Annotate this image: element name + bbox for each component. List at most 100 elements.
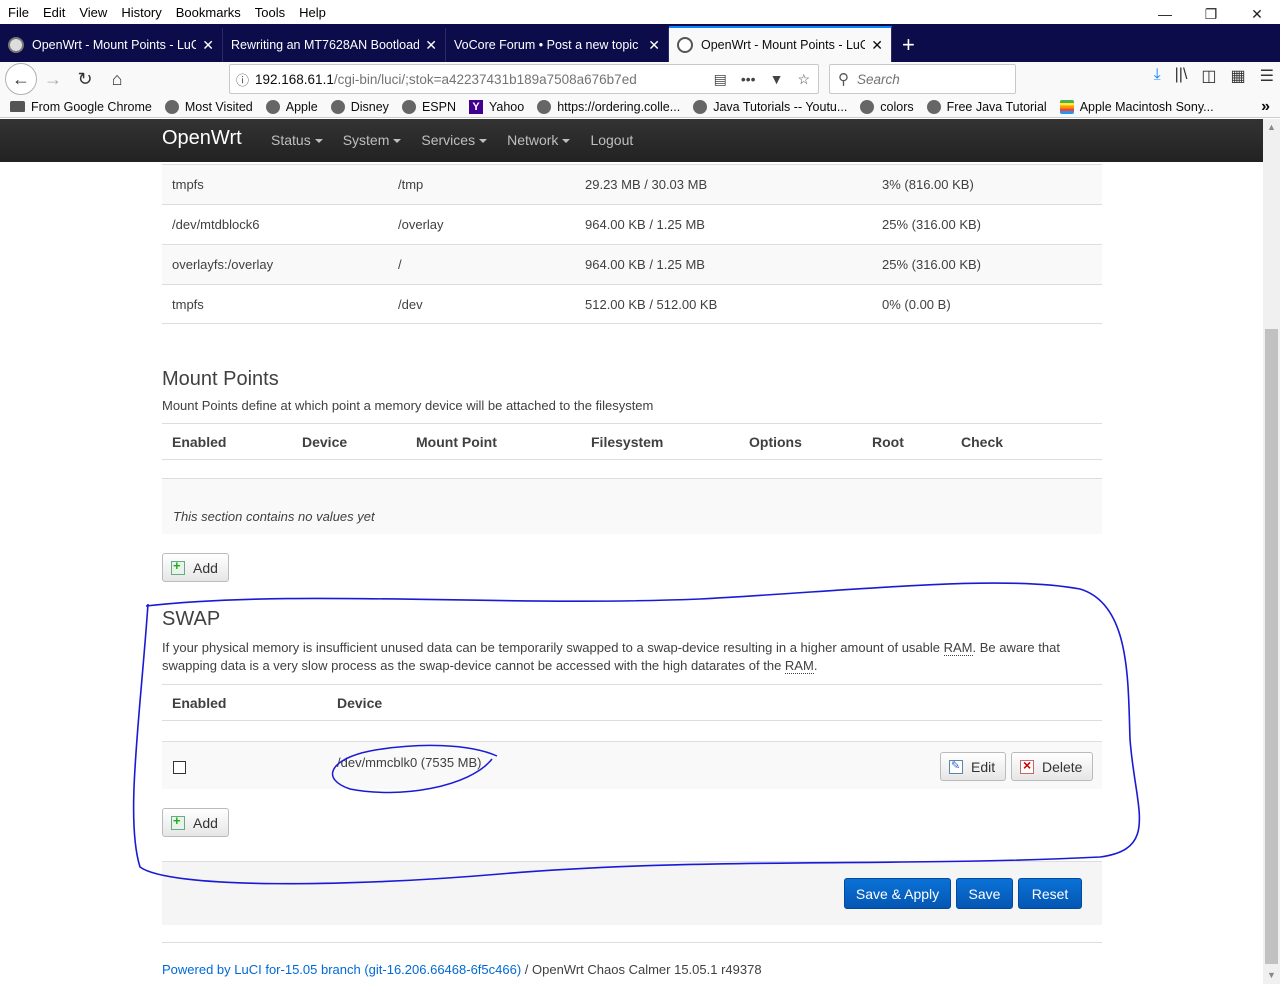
swap-enabled-checkbox[interactable] <box>173 761 186 774</box>
restore-icon[interactable]: ❐ <box>1188 0 1234 28</box>
nav-services[interactable]: Services <box>421 132 488 148</box>
bookmark-item[interactable]: From Google Chrome <box>10 100 152 114</box>
bookmark-item[interactable]: https://ordering.colle... <box>537 99 680 114</box>
bookmarks-toolbar: From Google Chrome Most Visited Apple Disne… <box>0 96 1280 118</box>
caret-down-icon <box>393 139 402 144</box>
gear-icon <box>164 99 179 114</box>
nav-status[interactable]: Status <box>271 132 323 148</box>
menu-edit[interactable]: Edit <box>36 5 72 20</box>
search-input[interactable]: ⚲ Search <box>829 64 1016 94</box>
page-scrollbar[interactable]: ▲ ▼ <box>1263 119 1280 984</box>
close-tab-icon[interactable]: ✕ <box>202 37 214 54</box>
library-icon[interactable]: ||\ <box>1175 66 1188 86</box>
swap-device-value: /dev/mmcblk0 (7535 MB) <box>337 755 482 770</box>
back-icon[interactable]: ← <box>5 63 37 95</box>
bookmark-item[interactable]: Y Yahoo <box>468 99 525 114</box>
swap-description: If your physical memory is insufficient … <box>162 640 1060 674</box>
download-icon[interactable]: ⤓ <box>1154 66 1161 86</box>
globe-icon <box>860 99 875 114</box>
table-row: tmpfs /tmp 29.23 MB / 30.03 MB 3% (816.0… <box>162 164 1102 204</box>
close-tab-icon[interactable]: ✕ <box>871 37 883 54</box>
luci-powered-link[interactable]: Powered by LuCI for-15.05 branch (git-16… <box>162 962 521 977</box>
tab-rewriting-bootloader[interactable]: Rewriting an MT7628AN Bootloader ✕ <box>223 28 446 62</box>
mount-points-description: Mount Points define at which point a mem… <box>162 398 654 413</box>
menu-tools[interactable]: Tools <box>248 5 292 20</box>
bookmark-item[interactable]: Apple <box>265 99 318 114</box>
reload-icon[interactable]: ↻ <box>69 63 101 95</box>
folder-icon <box>10 101 25 112</box>
column-header: Device <box>302 433 348 450</box>
caret-down-icon <box>314 139 323 144</box>
sidebar-icon[interactable]: ◫ <box>1201 66 1216 86</box>
add-mount-point-button[interactable]: Add <box>162 553 229 582</box>
edit-icon <box>949 759 963 774</box>
bookmark-label: Most Visited <box>184 99 253 114</box>
bookmark-item[interactable]: Most Visited <box>164 99 253 114</box>
scroll-up-icon[interactable]: ▲ <box>1263 119 1280 136</box>
bookmark-item[interactable]: Free Java Tutorial <box>926 99 1047 114</box>
reader-view-icon[interactable]: ▤ <box>714 71 727 88</box>
pocket-icon[interactable]: ▼ <box>770 71 784 88</box>
close-tab-icon[interactable]: ✕ <box>425 37 437 54</box>
ram-abbr: RAM <box>784 658 814 674</box>
tab-openwrt-active[interactable]: OpenWrt - Mount Points - LuCI ✕ <box>669 26 892 62</box>
edit-swap-button[interactable]: Edit <box>940 752 1007 781</box>
hamburger-menu-icon[interactable]: ☰ <box>1260 66 1274 86</box>
nav-system[interactable]: System <box>343 132 402 148</box>
add-swap-button[interactable]: Add <box>162 808 229 837</box>
add-icon <box>171 558 185 575</box>
tab-favicon-icon <box>677 37 693 53</box>
tab-vocore-forum[interactable]: VoCore Forum • Post a new topic ✕ <box>446 28 669 62</box>
column-header: Enabled <box>172 433 227 450</box>
nav-logout[interactable]: Logout <box>590 132 633 148</box>
url-host: 192.168.61.1 <box>255 71 334 87</box>
menu-file[interactable]: File <box>0 5 36 20</box>
luci-brand[interactable]: OpenWrt <box>162 127 242 150</box>
column-header: Filesystem <box>591 433 664 450</box>
reset-button[interactable]: Reset <box>1018 878 1082 909</box>
scroll-down-icon[interactable]: ▼ <box>1263 967 1280 984</box>
save-apply-button[interactable]: Save & Apply <box>844 878 951 909</box>
menu-help[interactable]: Help <box>292 5 333 20</box>
tab-strip: OpenWrt - Mount Points - LuCI ✕ Rewritin… <box>0 24 1280 62</box>
new-tab-icon[interactable]: + <box>892 28 925 62</box>
close-window-icon[interactable]: ✕ <box>1234 0 1280 28</box>
bookmark-item[interactable]: Disney <box>330 99 389 114</box>
bookmark-item[interactable]: Java Tutorials -- Youtu... <box>693 99 848 114</box>
column-header: Root <box>872 433 904 450</box>
column-header: Device <box>337 694 383 711</box>
empty-section-message: This section contains no values yet <box>162 478 1102 534</box>
mount-points-header: Enabled Device Mount Point Filesystem Op… <box>162 423 1102 460</box>
nav-network[interactable]: Network <box>507 132 571 148</box>
add-icon <box>171 813 185 830</box>
luci-header: OpenWrt Status System Services Network L… <box>0 119 1263 162</box>
bookmark-item[interactable]: Apple Macintosh Sony... <box>1059 99 1214 114</box>
column-header: Options <box>749 433 802 450</box>
bookmark-star-icon[interactable]: ☆ <box>797 71 810 88</box>
minimize-icon[interactable]: — <box>1142 0 1188 28</box>
close-tab-icon[interactable]: ✕ <box>648 37 660 54</box>
menu-history[interactable]: History <box>114 5 168 20</box>
scrollbar-thumb[interactable] <box>1265 329 1278 964</box>
bookmarks-overflow-icon[interactable]: » <box>1261 98 1270 116</box>
bookmark-label: ESPN <box>421 99 456 114</box>
delete-swap-button[interactable]: Delete <box>1011 752 1094 781</box>
menu-bookmarks[interactable]: Bookmarks <box>169 5 248 20</box>
luci-nav: Status System Services Network Logout <box>271 132 653 148</box>
globe-icon <box>265 99 280 114</box>
url-bar[interactable]: ⓘ 192.168.61.1 /cgi-bin/luci/;stok=a4223… <box>229 64 819 94</box>
bookmark-label: Java Tutorials -- Youtu... <box>713 99 848 114</box>
page-footer: Powered by LuCI for-15.05 branch (git-16… <box>162 942 1102 977</box>
home-icon[interactable]: ⌂ <box>101 63 133 95</box>
menu-view[interactable]: View <box>72 5 114 20</box>
screenshot-icon[interactable]: ▦ <box>1231 66 1246 86</box>
info-icon[interactable]: ⓘ <box>230 70 255 89</box>
page-actions-icon[interactable]: ••• <box>741 71 756 88</box>
forward-icon[interactable]: → <box>37 63 69 95</box>
ram-abbr: RAM <box>943 640 973 656</box>
save-button[interactable]: Save <box>956 878 1013 909</box>
bookmark-item[interactable]: colors <box>860 99 914 114</box>
tab-openwrt-1[interactable]: OpenWrt - Mount Points - LuCI ✕ <box>0 28 223 62</box>
bookmark-label: Yahoo <box>488 99 525 114</box>
bookmark-item[interactable]: ESPN <box>401 99 456 114</box>
